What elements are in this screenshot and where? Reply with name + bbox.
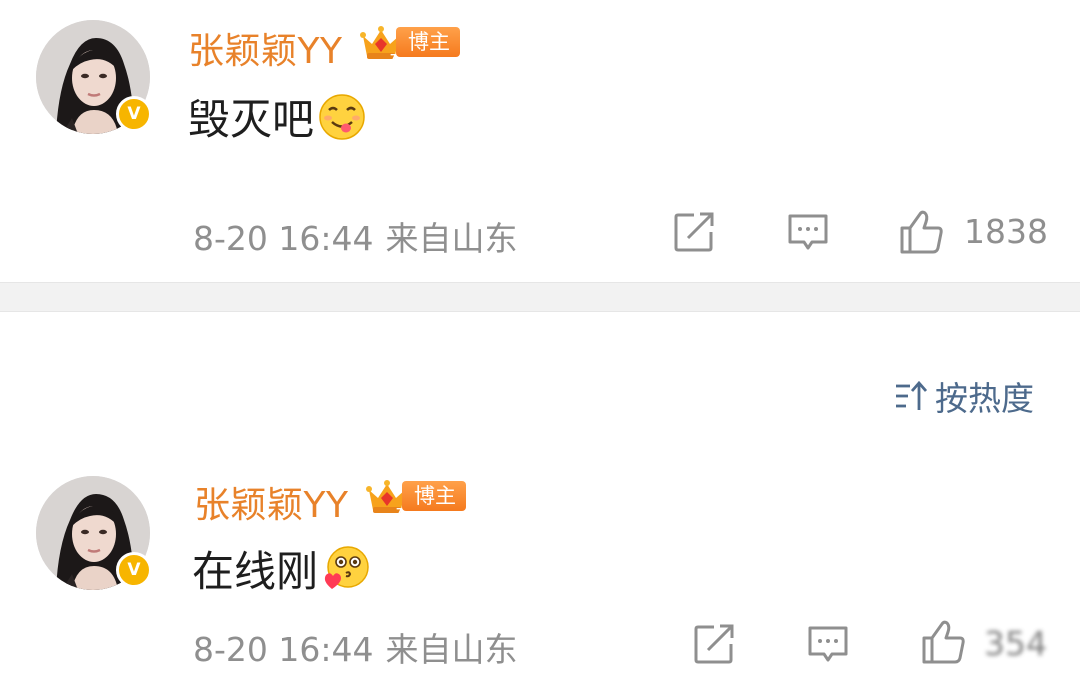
heart-kiss-emoji	[324, 545, 369, 589]
comment-icon[interactable]	[786, 210, 830, 254]
blogger-badge: 7 博主	[366, 476, 466, 516]
sort-icon	[896, 380, 927, 410]
badge-label: 博主	[396, 27, 460, 57]
section-divider	[0, 282, 1080, 312]
verified-icon: V	[116, 552, 152, 588]
comment-meta: 8-20 16:44 来自山东	[193, 623, 518, 671]
comment-location: 来自山东	[385, 219, 518, 258]
username[interactable]: 张颖颖YY	[194, 476, 348, 528]
comment-location: 来自山东	[385, 630, 518, 669]
verified-icon: V	[116, 96, 152, 132]
comment-body: 毁灭吧	[188, 95, 315, 144]
like-count: 354	[984, 624, 1047, 663]
comment-time: 8-20 16:44	[193, 630, 374, 669]
share-icon[interactable]	[692, 622, 736, 666]
badge-label: 博主	[402, 481, 466, 511]
sort-label: 按热度	[935, 379, 1034, 418]
comment-feed: V 张颖颖YY 7 博主 毁灭吧 8-20 16:44 来自山东 1838 按热…	[0, 0, 1080, 693]
comment-text: 毁灭吧	[188, 86, 368, 147]
comment-body: 在线刚	[192, 547, 319, 596]
avatar-wrap[interactable]: V	[36, 476, 152, 590]
blogger-badge: 7 博主	[360, 22, 460, 62]
comment-item: V 张颖颖YY 7 博主 在线刚 8-20 16:44 来自山东 354	[0, 458, 1080, 693]
comment-item: V 张颖颖YY 7 博主 毁灭吧 8-20 16:44 来自山东 1838	[0, 0, 1080, 282]
username[interactable]: 张颖颖YY	[188, 22, 342, 74]
like-icon[interactable]	[920, 618, 968, 666]
share-icon[interactable]	[672, 210, 716, 254]
comment-text: 在线刚	[192, 538, 372, 599]
like-icon[interactable]	[898, 208, 946, 256]
sort-by-hot-button[interactable]: 按热度	[893, 372, 1034, 420]
drooling-emoji	[319, 93, 365, 140]
comment-meta: 8-20 16:44 来自山东	[193, 212, 518, 260]
comment-time: 8-20 16:44	[193, 219, 374, 258]
avatar-wrap[interactable]: V	[36, 20, 152, 134]
like-count: 1838	[964, 212, 1048, 251]
comment-icon[interactable]	[806, 622, 850, 666]
